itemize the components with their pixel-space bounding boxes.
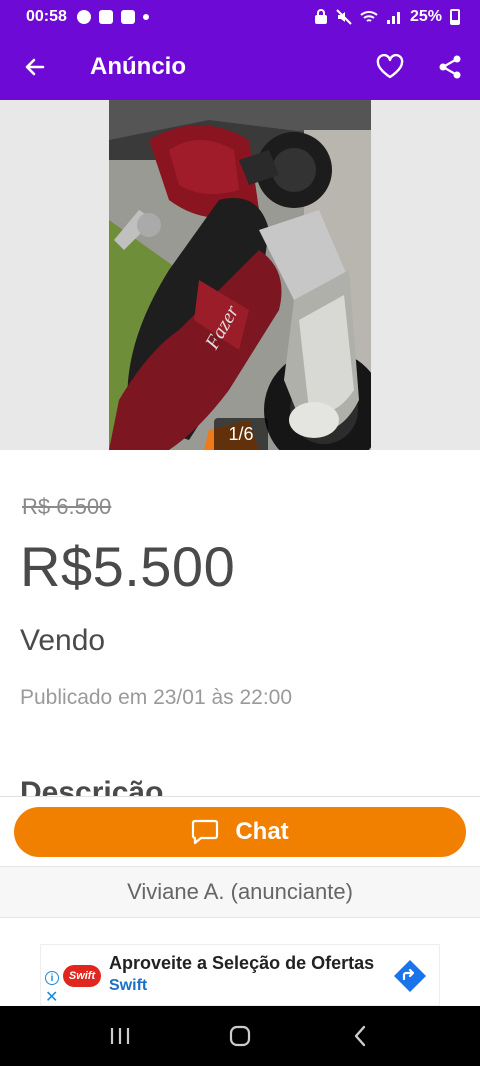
ad-brand: Swift bbox=[109, 977, 148, 994]
status-right: 25% bbox=[314, 8, 460, 26]
back-nav-button[interactable] bbox=[340, 1016, 380, 1056]
youtube-icon bbox=[120, 10, 135, 24]
swift-logo: Swift bbox=[63, 965, 101, 987]
ad-banner[interactable]: i ✕ Swift Aproveite a Seleção de Ofertas… bbox=[40, 944, 440, 1006]
ad-close-icon[interactable]: ✕ bbox=[45, 987, 58, 1007]
listing-details: R$ 6.500 R$5.500 Vendo Publicado em 23/0… bbox=[0, 450, 480, 796]
published-date: Publicado em 23/01 às 22:00 bbox=[20, 686, 293, 709]
favorite-button[interactable] bbox=[360, 34, 420, 100]
chevron-left-icon bbox=[354, 1025, 366, 1047]
ad-directions-icon[interactable] bbox=[393, 959, 427, 993]
home-icon bbox=[229, 1025, 251, 1047]
advertiser-name: Viviane A. (anunciante) bbox=[127, 879, 353, 904]
home-button[interactable] bbox=[220, 1016, 260, 1056]
ad-info-icon[interactable]: i bbox=[45, 971, 59, 985]
photo-gallery[interactable]: Fazer bbox=[0, 100, 480, 450]
battery-icon bbox=[450, 9, 460, 25]
chat-bar: Chat bbox=[0, 796, 480, 866]
arrow-left-icon bbox=[25, 58, 45, 76]
photo-counter: 1/6 bbox=[214, 418, 268, 450]
ad-headline: Aproveite a Seleção de Ofertas bbox=[109, 953, 375, 973]
signal-icon bbox=[386, 12, 400, 24]
chat-label: Chat bbox=[235, 818, 289, 845]
page-title: Anúncio bbox=[90, 53, 186, 80]
mute-icon bbox=[336, 9, 352, 25]
app-bar-actions bbox=[360, 34, 480, 100]
recents-icon bbox=[110, 1028, 130, 1044]
old-price: R$ 6.500 bbox=[22, 494, 112, 519]
chat-bubble-icon bbox=[192, 819, 219, 845]
share-button[interactable] bbox=[420, 34, 480, 100]
price: R$5.500 bbox=[20, 535, 236, 598]
chat-button[interactable]: Chat bbox=[14, 807, 466, 857]
recent-apps-button[interactable] bbox=[100, 1016, 140, 1056]
chrome-icon bbox=[76, 10, 91, 24]
more-notifications-icon bbox=[142, 14, 149, 20]
listing-title: Vendo bbox=[20, 624, 106, 657]
description-heading: Descrição bbox=[20, 776, 164, 796]
notification-icons bbox=[76, 10, 149, 24]
advertiser-bar[interactable]: Viviane A. (anunciante) bbox=[0, 866, 480, 918]
back-button[interactable] bbox=[0, 34, 70, 100]
status-bar: 00:58 25% bbox=[0, 0, 480, 34]
battery-percent: 25% bbox=[409, 8, 442, 25]
heart-icon bbox=[376, 54, 404, 79]
app-bar: Anúncio bbox=[0, 34, 480, 100]
status-time: 00:58 bbox=[26, 8, 67, 25]
system-nav-bar bbox=[0, 1006, 480, 1066]
wifi-icon bbox=[360, 11, 378, 22]
gallery-icon bbox=[98, 10, 113, 24]
share-icon bbox=[439, 55, 461, 79]
lock-icon bbox=[314, 9, 327, 24]
motorcycle-photo[interactable]: Fazer bbox=[109, 100, 371, 450]
